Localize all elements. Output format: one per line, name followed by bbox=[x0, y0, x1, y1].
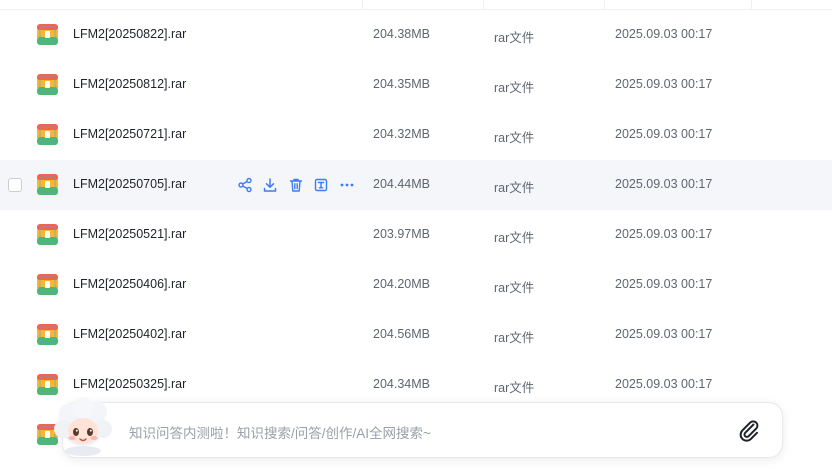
file-row[interactable]: LFM2[20250822].rar 204.38MB rar文件 2025.09.0… bbox=[0, 10, 832, 60]
rar-file-icon bbox=[37, 274, 58, 295]
file-name[interactable]: LFM2[20250406].rar bbox=[73, 277, 186, 291]
file-size: 204.44MB bbox=[373, 177, 430, 191]
file-name[interactable]: LFM2[20250325].rar bbox=[73, 377, 186, 391]
paperclip-icon[interactable] bbox=[737, 418, 761, 442]
file-row[interactable]: LFM2[20250406].rar 204.20MB rar文件 2025.09.0… bbox=[0, 260, 832, 310]
column-divider bbox=[483, 0, 484, 10]
row-checkbox[interactable] bbox=[8, 178, 22, 192]
rar-file-icon bbox=[37, 174, 58, 195]
file-row[interactable]: LFM2[20250521].rar 203.97MB rar文件 2025.09.0… bbox=[0, 210, 832, 260]
file-name[interactable]: LFM2[20250721].rar bbox=[73, 127, 186, 141]
table-header-strip bbox=[0, 0, 832, 10]
column-divider bbox=[751, 0, 752, 10]
file-type: rar文件 bbox=[494, 381, 535, 395]
rar-file-icon bbox=[37, 224, 58, 245]
file-name[interactable]: LFM2[20250705].rar bbox=[73, 177, 186, 191]
column-divider bbox=[604, 0, 605, 10]
file-name[interactable]: LFM2[20250812].rar bbox=[73, 77, 186, 91]
file-type: rar文件 bbox=[494, 281, 535, 295]
text-recognize-icon[interactable] bbox=[313, 177, 329, 193]
more-icon[interactable] bbox=[339, 177, 355, 193]
file-type: rar文件 bbox=[494, 31, 535, 45]
rar-file-icon bbox=[37, 124, 58, 145]
cloud-mascot-icon bbox=[54, 397, 112, 456]
file-name[interactable]: LFM2[20250521].rar bbox=[73, 227, 186, 241]
file-size: 204.20MB bbox=[373, 277, 430, 291]
file-size: 203.97MB bbox=[373, 227, 430, 241]
file-size: 204.35MB bbox=[373, 77, 430, 91]
file-date: 2025.09.03 00:17 bbox=[615, 227, 713, 241]
file-row[interactable]: LFM2[20250812].rar 204.35MB rar文件 2025.09.0… bbox=[0, 60, 832, 110]
file-date: 2025.09.03 00:17 bbox=[615, 77, 713, 91]
file-row[interactable]: LFM2[20250402].rar 204.56MB rar文件 2025.09.0… bbox=[0, 310, 832, 360]
file-name[interactable]: LFM2[20250402].rar bbox=[73, 327, 186, 341]
file-date: 2025.09.03 00:17 bbox=[615, 127, 713, 141]
delete-icon[interactable] bbox=[288, 177, 304, 193]
rar-file-icon bbox=[37, 324, 58, 345]
file-row[interactable]: LFM2[20250705].rar 204.44MB rar文件 2025.09.0… bbox=[0, 160, 832, 210]
file-size: 204.34MB bbox=[373, 377, 430, 391]
file-date: 2025.09.03 00:17 bbox=[615, 327, 713, 341]
file-row[interactable]: LFM2[20250721].rar 204.32MB rar文件 2025.09.0… bbox=[0, 110, 832, 160]
file-type: rar文件 bbox=[494, 181, 535, 195]
file-type: rar文件 bbox=[494, 131, 535, 145]
download-icon[interactable] bbox=[262, 177, 278, 193]
share-icon[interactable] bbox=[237, 177, 253, 193]
rar-file-icon bbox=[37, 74, 58, 95]
file-type: rar文件 bbox=[494, 331, 535, 345]
file-type: rar文件 bbox=[494, 81, 535, 95]
file-date: 2025.09.03 00:17 bbox=[615, 277, 713, 291]
file-size: 204.32MB bbox=[373, 127, 430, 141]
rar-file-icon bbox=[37, 24, 58, 45]
file-date: 2025.09.03 00:17 bbox=[615, 377, 713, 391]
file-list: LFM2[20250822].rar 204.38MB rar文件 2025.09.0… bbox=[0, 10, 832, 410]
rar-file-icon bbox=[37, 374, 58, 395]
ai-assistant-bar[interactable]: 知识问答内测啦！知识搜索/问答/创作/AI全网搜索~ bbox=[62, 402, 783, 458]
file-size: 204.56MB bbox=[373, 327, 430, 341]
file-date: 2025.09.03 00:17 bbox=[615, 177, 713, 191]
ai-input-placeholder[interactable]: 知识问答内测啦！知识搜索/问答/创作/AI全网搜索~ bbox=[129, 422, 431, 442]
file-size: 204.38MB bbox=[373, 27, 430, 41]
file-date: 2025.09.03 00:17 bbox=[615, 27, 713, 41]
file-type: rar文件 bbox=[494, 231, 535, 245]
column-divider bbox=[362, 0, 363, 10]
file-name[interactable]: LFM2[20250822].rar bbox=[73, 27, 186, 41]
